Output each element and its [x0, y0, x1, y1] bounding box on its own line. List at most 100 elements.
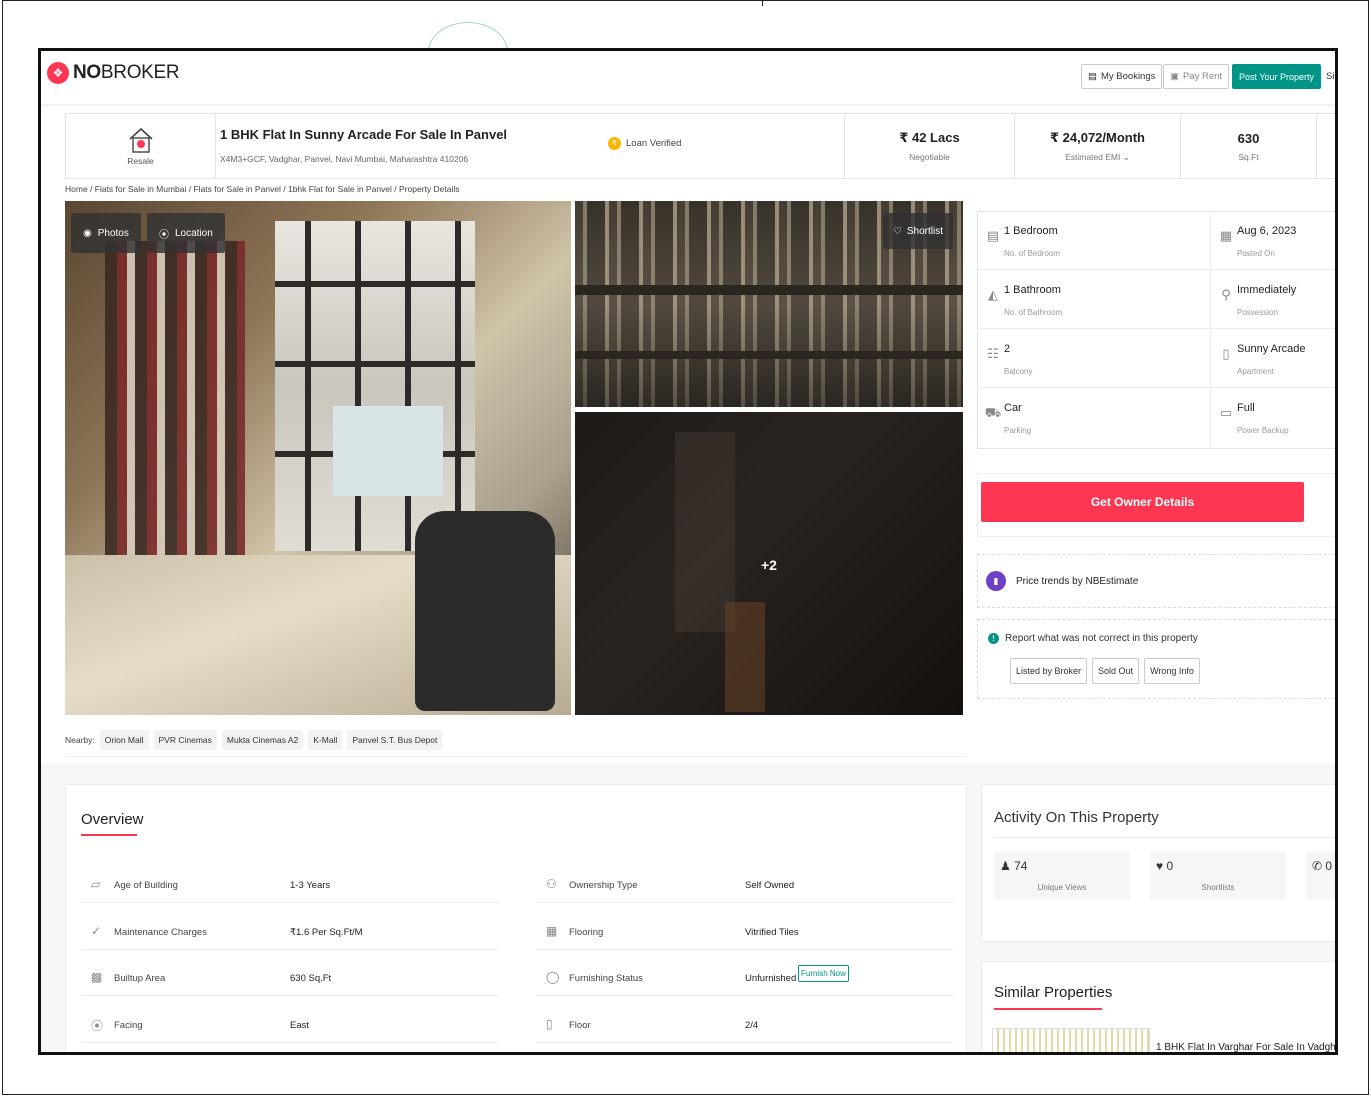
- pay-rent-label: Pay Rent: [1182, 71, 1223, 82]
- overview-key: Builtup Area: [114, 973, 166, 984]
- overview-value: ₹1.6 Per Sq.Ft/M: [290, 927, 363, 938]
- more-photos-tile[interactable]: +2: [575, 412, 963, 715]
- title-underline: [81, 834, 137, 836]
- main-photo[interactable]: ◉ Photos ⦿ Location: [65, 201, 571, 715]
- overview-row: ▦ Flooring Vitrified Tiles: [536, 910, 954, 950]
- fact-value: Car: [1004, 402, 1022, 414]
- heart-icon: ♥: [1156, 859, 1164, 873]
- category-label: Resale: [127, 156, 154, 166]
- overview-value: 630 Sq.Ft: [290, 973, 332, 984]
- price-value: ₹ 42 Lacs: [899, 130, 960, 145]
- nearby-places: Nearby: Orion Mall PVR Cinemas Mukta Cin…: [65, 723, 967, 757]
- fact-apartment: ▯ Sunny Arcade Apartment: [1210, 330, 1335, 388]
- pay-rent-button[interactable]: ▣ Pay Rent: [1163, 64, 1230, 89]
- bed-icon: ▤: [986, 228, 1000, 243]
- nobroker-logo[interactable]: ❖ NOBROKER: [47, 62, 180, 84]
- area-value: 630: [1237, 130, 1260, 146]
- fact-label: Power Backup: [1237, 426, 1289, 435]
- overview-row: ⦿ Facing East: [81, 1003, 499, 1043]
- overview-card: Overview ▱ Age of Building 1-3 Years ⚇ O…: [65, 784, 967, 1052]
- shortlists-value: ♥ 0: [1156, 859, 1174, 873]
- nearby-tag[interactable]: K-Mall: [308, 729, 343, 750]
- shortlist-button[interactable]: ♡ Shortlist: [882, 213, 953, 249]
- fact-label: No. of Bathroom: [1004, 308, 1063, 317]
- chart-icon: ▮: [986, 571, 1006, 591]
- nearby-tag[interactable]: Panvel S.T. Bus Depot: [347, 729, 443, 750]
- category-badge: Resale: [66, 114, 216, 178]
- document-icon: ▤: [1088, 71, 1097, 82]
- similar-property-name[interactable]: 1 BHK Flat In Varghar For Sale In Vadgha…: [1156, 1042, 1335, 1052]
- building-age-icon: ▱: [91, 877, 101, 891]
- logo-mark-icon: ❖: [47, 62, 69, 84]
- nearby-tag[interactable]: Orion Mall: [99, 729, 149, 750]
- price-cell: ₹ 42 Lacs Negotiable: [844, 114, 1014, 178]
- balcony-icon: ☷: [987, 346, 999, 361]
- fact-label: Balcony: [1004, 367, 1033, 376]
- shortlists-stat: ♥ 0 Shortlists: [1150, 851, 1286, 899]
- fact-parking: ⛟ Car Parking: [978, 389, 1210, 447]
- fact-value: Aug 6, 2023: [1237, 225, 1297, 237]
- report-sold-out-button[interactable]: Sold Out: [1092, 658, 1140, 684]
- area-cell: 630 Sq.Ft: [1180, 114, 1316, 178]
- fact-label: Possession: [1237, 308, 1278, 317]
- overview-key: Floor: [569, 1020, 591, 1031]
- camera-icon: ◉: [83, 227, 92, 239]
- get-owner-details-button[interactable]: Get Owner Details: [981, 482, 1304, 522]
- overview-value: Unfurnished: [745, 973, 797, 984]
- overview-key: Ownership Type: [569, 880, 638, 891]
- builtup-area-icon: ▩: [91, 970, 103, 984]
- building-icon: ▯: [1222, 346, 1230, 361]
- signin-link[interactable]: Sig: [1326, 71, 1335, 82]
- overview-row: ▯ Floor 2/4: [536, 1003, 954, 1043]
- coin-icon: ₹: [608, 137, 621, 150]
- location-button[interactable]: ⦿ Location: [147, 213, 225, 253]
- card-icon: ▣: [1170, 71, 1179, 82]
- price-trends-link[interactable]: ▮ Price trends by NBEstimate: [977, 554, 1335, 608]
- unique-views-stat: ♟ 74 Unique Views: [994, 851, 1130, 899]
- nearby-tag[interactable]: PVR Cinemas: [153, 729, 217, 750]
- activity-card: Activity On This Property ♟ 74 Unique Vi…: [981, 784, 1335, 942]
- overview-row: ▩ Builtup Area 630 Sq.Ft: [81, 956, 499, 996]
- report-box: ! Report what was not correct in this pr…: [977, 619, 1335, 699]
- contacts-value: ✆ 0: [1312, 859, 1333, 873]
- house-icon: [128, 127, 153, 153]
- emi-value: ₹ 24,072/Month: [1049, 129, 1145, 145]
- similar-property-thumbnail[interactable]: [992, 1028, 1150, 1052]
- battery-icon: ▭: [1219, 405, 1233, 420]
- fact-value: Immediately: [1237, 284, 1297, 296]
- car-icon: ⛟: [984, 405, 1002, 420]
- report-listed-by-broker-button[interactable]: Listed by Broker: [1010, 658, 1088, 684]
- fact-label: Apartment: [1237, 367, 1274, 376]
- report-title: ! Report what was not correct in this pr…: [988, 633, 1198, 644]
- location-label: Location: [175, 227, 213, 239]
- heart-icon: ♡: [892, 225, 902, 237]
- post-property-button[interactable]: Post Your Property: [1232, 64, 1322, 89]
- overview-row: ▱ Age of Building 1-3 Years: [81, 863, 499, 903]
- nearby-label: Nearby:: [65, 734, 95, 745]
- overview-key: Facing: [114, 1020, 143, 1031]
- logo-text: NOBROKER: [73, 62, 180, 83]
- photos-button[interactable]: ◉ Photos: [71, 213, 141, 253]
- phone-icon: ✆: [1312, 859, 1323, 873]
- overview-value: Vitrified Tiles: [745, 927, 799, 938]
- site-header: ❖ NOBROKER ▤ My Bookings ▣ Pay Rent Post…: [41, 51, 1335, 105]
- furnish-now-button[interactable]: Furnish Now: [798, 965, 849, 982]
- overview-value: 1-3 Years: [290, 880, 331, 891]
- overview-key: Age of Building: [114, 880, 178, 891]
- maintenance-icon: ✓: [91, 924, 102, 938]
- nearby-tag[interactable]: Mukta Cinemas A2: [221, 729, 304, 750]
- views-value: ♟ 74: [1000, 859, 1028, 873]
- shortlists-label: Shortlists: [1201, 883, 1235, 892]
- my-bookings-button[interactable]: ▤ My Bookings: [1081, 64, 1163, 89]
- report-wrong-info-button[interactable]: Wrong Info: [1144, 658, 1200, 684]
- info-icon: !: [988, 633, 999, 644]
- facing-compass-icon: ⦿: [91, 1019, 104, 1033]
- more-photos-count: +2: [761, 557, 777, 573]
- property-title: 1 BHK Flat In Sunny Arcade For Sale In P…: [220, 127, 508, 142]
- breadcrumb[interactable]: Home / Flats for Sale in Mumbai / Flats …: [65, 184, 459, 194]
- emi-cell[interactable]: ₹ 24,072/Month Estimated EMI ⌄: [1014, 114, 1180, 178]
- fact-balcony: ☷ 2 Balcony: [978, 330, 1210, 388]
- secondary-photo[interactable]: ♡ Shortlist: [575, 201, 963, 407]
- title-underline: [994, 1008, 1102, 1010]
- fact-value: 2: [1004, 343, 1011, 355]
